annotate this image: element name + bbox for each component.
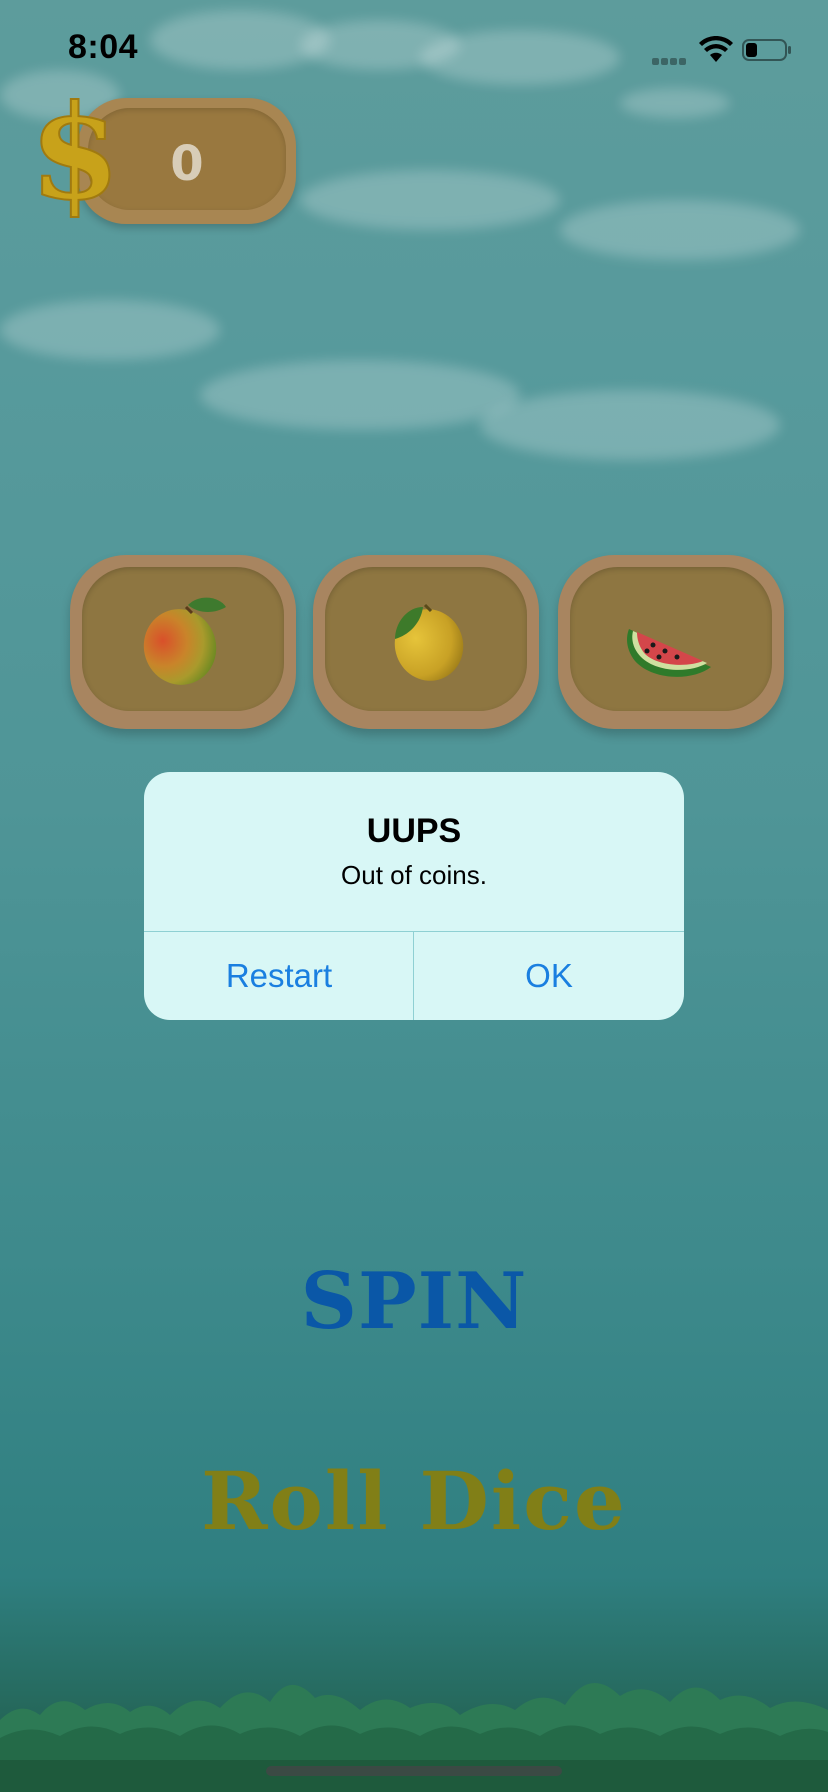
battery-icon <box>742 39 791 61</box>
slot-reel-inner <box>325 567 527 711</box>
ok-button[interactable]: OK <box>414 932 684 1020</box>
dollar-icon: $ <box>38 86 112 230</box>
cloud <box>300 170 560 230</box>
spin-button[interactable]: SPIN <box>0 1256 828 1347</box>
alert-dialog: UUPS Out of coins. Restart OK <box>144 772 684 1020</box>
roll-dice-button[interactable]: Roll Dice <box>0 1454 828 1548</box>
svg-text:$: $ <box>38 86 112 229</box>
slot-reel-1 <box>70 555 296 729</box>
mango-icon <box>143 597 226 685</box>
cloud <box>480 390 780 460</box>
restart-button[interactable]: Restart <box>144 932 414 1020</box>
dialog-message: Out of coins. <box>341 860 487 890</box>
status-bar: 8:04 <box>0 0 828 96</box>
lemon-icon <box>394 603 464 681</box>
dialog-title: UUPS <box>366 812 462 850</box>
coin-counter-inner: 0 <box>88 108 286 210</box>
slot-reel-inner <box>82 567 284 711</box>
cellular-signal-icon <box>652 52 690 65</box>
cloud <box>0 300 220 360</box>
cloud <box>560 200 800 260</box>
coin-value: 0 <box>170 136 204 192</box>
slot-reel-inner <box>570 567 772 711</box>
cloud <box>200 360 520 430</box>
slot-reel-2 <box>313 555 539 729</box>
game-screen: 8:04 0 $ UUPS Out of coins. Restart OK S… <box>0 0 828 1792</box>
status-time: 8:04 <box>68 28 139 66</box>
home-indicator[interactable] <box>266 1766 562 1776</box>
watermelon-icon <box>627 629 711 677</box>
slot-reel-3 <box>558 555 784 729</box>
wifi-icon <box>699 36 733 62</box>
